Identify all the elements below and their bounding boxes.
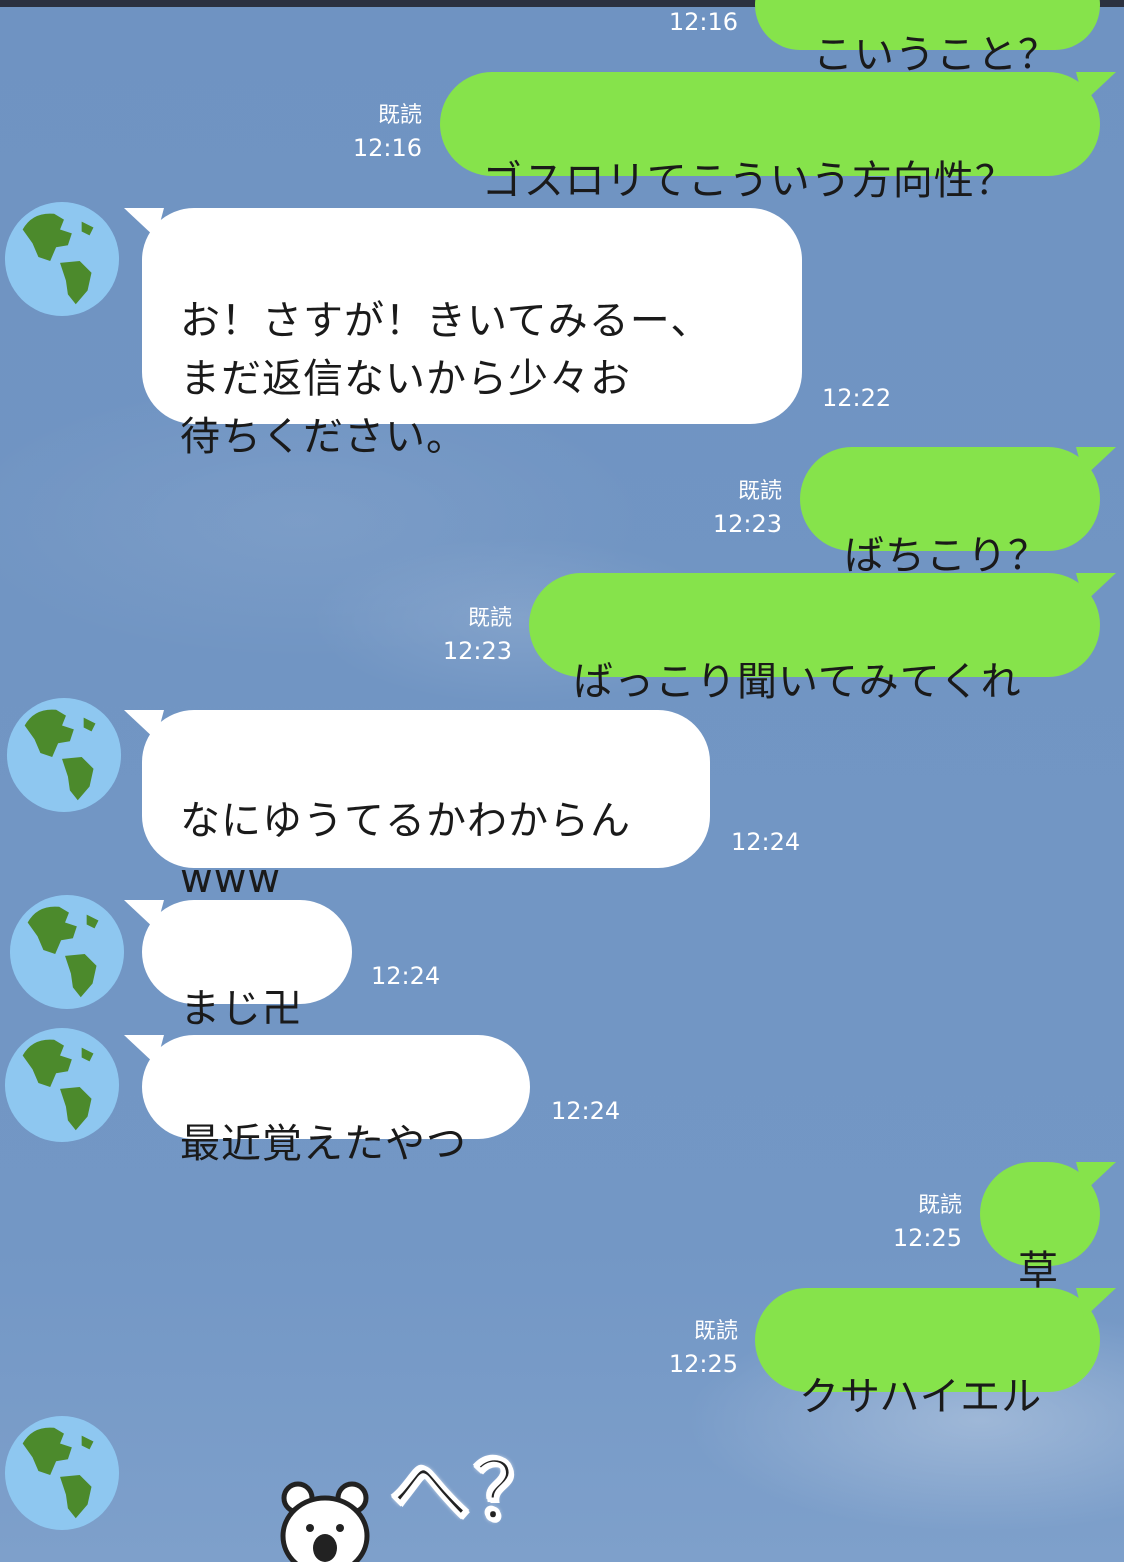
message-bubble-sent[interactable]: クサハイエル (755, 1288, 1100, 1420)
message-bubble-sent[interactable]: ばっこり聞いてみてくれ (529, 573, 1100, 705)
message-bubble-received[interactable]: なにゆうてるかわからん www (142, 710, 710, 902)
message-bubble-received[interactable]: 最近覚えたやつ (142, 1035, 530, 1167)
message-time: 12:24 (551, 1097, 621, 1125)
message-time: 12:24 (731, 828, 801, 856)
read-receipt: 既読 (467, 606, 512, 631)
message-time: 12:25 (668, 1350, 738, 1378)
message-time: 12:22 (822, 384, 892, 412)
earth-globe-icon[interactable] (5, 696, 123, 814)
message-text: まじ卍 (180, 986, 303, 1032)
message-meta: 既読 12:23 (680, 476, 782, 540)
read-receipt: 既読 (737, 479, 782, 504)
earth-globe-icon[interactable] (3, 1026, 121, 1144)
message-text: 最近覚えたやつ (180, 1121, 467, 1167)
message-meta: 既読 12:25 (636, 1316, 738, 1380)
earth-globe-icon[interactable] (3, 1414, 121, 1532)
bear-sticker-icon (280, 1481, 370, 1562)
message-bubble-sent[interactable]: 草 (980, 1162, 1100, 1294)
message-meta: 12:16 (640, 6, 738, 38)
message-text: ばっこり聞いてみてくれ (573, 659, 1022, 705)
read-receipt: 既読 (693, 1319, 738, 1344)
read-receipt: 既読 (917, 1193, 962, 1218)
earth-globe-icon[interactable] (8, 893, 126, 1011)
message-bubble-sent[interactable]: ばちこり？ (800, 447, 1100, 579)
message-time: 12:24 (371, 962, 441, 990)
sticker-text: へ？ (389, 1444, 558, 1539)
message-text: クサハイエル (799, 1374, 1043, 1420)
message-time: 12:23 (712, 510, 782, 538)
message-time: 12:23 (442, 637, 512, 665)
message-text: なにゆうてるかわからん www (180, 798, 631, 902)
message-time: 12:16 (352, 134, 422, 162)
message-bubble-received[interactable]: まじ卍 (142, 900, 352, 1032)
message-meta: 既読 12:23 (410, 603, 512, 667)
read-receipt: 既読 (377, 103, 422, 128)
message-text: お！さすが！きいてみるー、 まだ返信ないから少々お 待ちください。 (180, 298, 712, 460)
message-time: 12:16 (668, 8, 738, 36)
message-meta: 既読 12:25 (860, 1190, 962, 1254)
message-time: 12:25 (892, 1224, 962, 1252)
message-bubble-sent[interactable]: こいうこと？ (755, 0, 1100, 78)
earth-globe-icon[interactable] (3, 200, 121, 318)
bear-sticker[interactable]: へ？ (270, 1444, 560, 1562)
message-bubble-sent[interactable]: ゴスロリてこういう方向性？ (440, 72, 1100, 204)
message-meta: 既読 12:16 (322, 100, 422, 164)
message-bubble-received[interactable]: お！さすが！きいてみるー、 まだ返信ないから少々お 待ちください。 (142, 208, 802, 460)
message-text: ゴスロリてこういう方向性？ (482, 158, 1016, 204)
